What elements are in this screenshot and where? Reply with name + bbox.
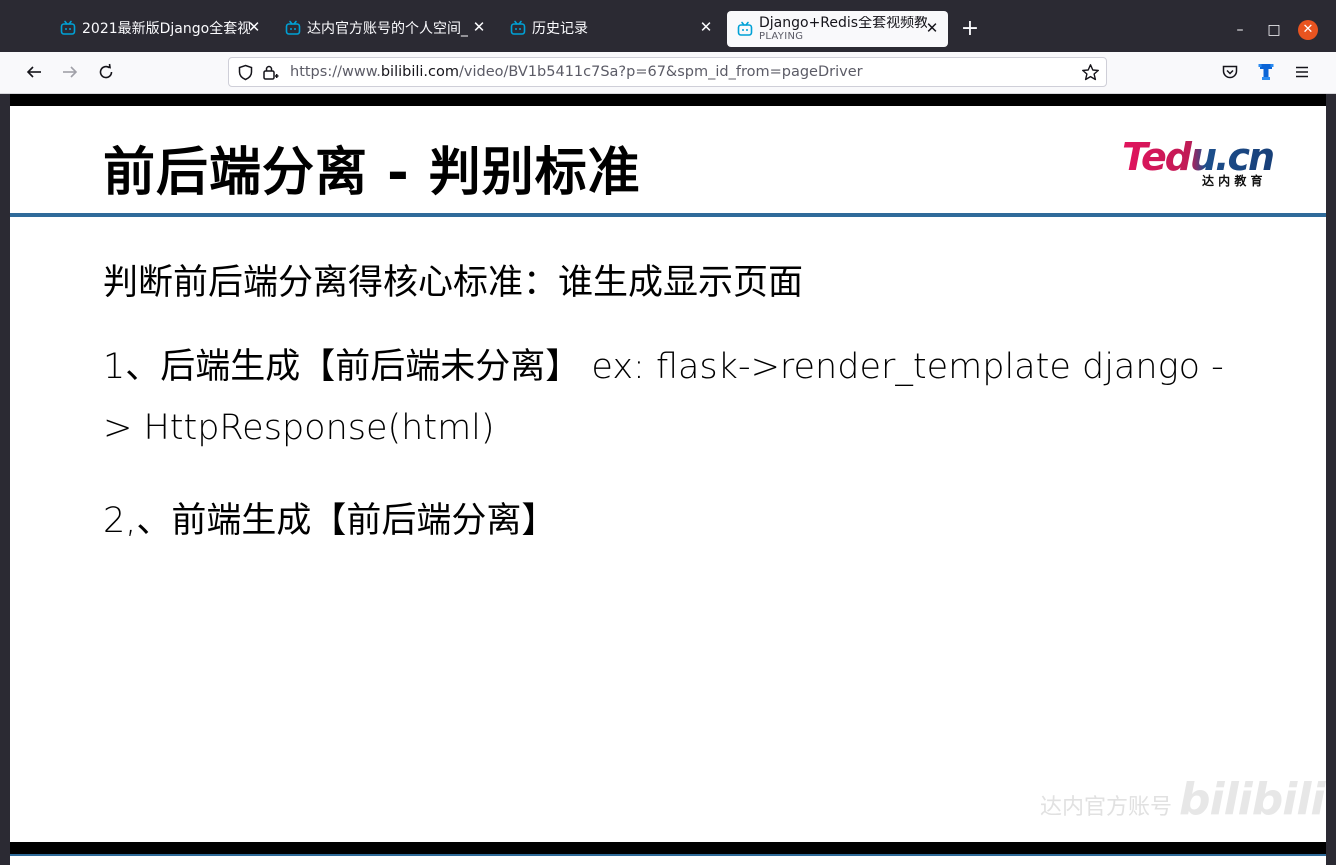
extension-button[interactable]: [1254, 60, 1278, 84]
tedu-logo: Tedu.cn 达 内 教 育: [1122, 134, 1282, 190]
bilibili-tv-icon: [60, 20, 76, 35]
extension-icon: [1258, 64, 1274, 80]
tab-close-icon[interactable]: ✕: [698, 19, 714, 35]
slide-bottom-bar: [10, 842, 1326, 854]
lock-icon[interactable]: [262, 64, 280, 81]
browser-window: 2021最新版Django全套视 ✕ 达内官方账号的个人空间_ ✕ 历史记录 ✕: [0, 0, 1336, 865]
tab-django-course[interactable]: 2021最新版Django全套视 ✕: [50, 9, 270, 47]
menu-button[interactable]: [1290, 60, 1314, 84]
slide-line: 2,、前端生成【前后端分离】: [103, 501, 557, 541]
logo-tagline: 达 内 教 育: [1202, 173, 1263, 188]
arrow-left-icon: [26, 66, 41, 78]
slide-line: 判断前后端分离得核心标准：谁生成显示页面: [103, 263, 804, 303]
reload-icon: [99, 63, 113, 79]
minimize-button[interactable]: –: [1230, 20, 1250, 40]
tab-close-icon[interactable]: ✕: [471, 19, 487, 35]
nav-toolbar: https://www.bilibili.com/video/BV1b5411c…: [0, 52, 1336, 94]
tedu-logo-graphic: Tedu.cn 达 内 教 育: [1122, 135, 1275, 188]
pocket-icon: [1222, 65, 1238, 79]
tab-django-redis-playing[interactable]: Django+Redis全套视频教 PLAYING ✕: [727, 11, 948, 47]
tab-strip: 2021最新版Django全套视 ✕ 达内官方账号的个人空间_ ✕ 历史记录 ✕: [0, 0, 1336, 52]
watermark-text: 达内官方账号: [1040, 795, 1173, 820]
bilibili-watermark: 达内官方账号 bilibili: [1040, 774, 1326, 825]
bilibili-tv-icon: [510, 20, 526, 35]
url-host: bilibili.com: [380, 64, 460, 80]
tab-close-icon[interactable]: ✕: [924, 20, 940, 36]
tab-history[interactable]: 历史记录 ✕: [500, 9, 722, 47]
forward-button[interactable]: [58, 60, 82, 84]
pocket-button[interactable]: [1218, 60, 1242, 84]
arrow-right-icon: [63, 66, 78, 78]
tab-close-icon[interactable]: ✕: [246, 19, 262, 35]
tab-playing-label: PLAYING: [759, 31, 804, 43]
reload-button[interactable]: [94, 60, 118, 84]
slide-title: 前后端分离 - 判别标准: [103, 143, 641, 203]
slide-line: > HttpResponse(html): [103, 408, 495, 448]
url-text[interactable]: https://www.bilibili.com/video/BV1b5411c…: [290, 64, 863, 80]
maximize-button[interactable]: □: [1264, 20, 1284, 40]
star-icon[interactable]: [1081, 63, 1100, 82]
new-tab-button[interactable]: +: [958, 18, 982, 42]
watermark-brand: bilibili: [1179, 774, 1325, 825]
tab-title: Django+Redis全套视频教: [759, 15, 927, 31]
url-path: /video/BV1b5411c7Sa?p=67&spm_id_from=pag…: [459, 64, 863, 80]
slide-top-bar: [10, 94, 1326, 106]
logo-brand: Tedu.cn: [1122, 135, 1273, 179]
tab-title: 2021最新版Django全套视: [82, 21, 250, 37]
slide-line: 1、后端生成【前后端未分离】 ex: flask->render_templat…: [103, 347, 1224, 387]
hamburger-menu-icon: [1296, 66, 1308, 78]
tab-title: 历史记录: [532, 21, 588, 37]
tab-title: 达内官方账号的个人空间_: [307, 21, 468, 37]
close-window-button[interactable]: ✕: [1298, 20, 1318, 40]
url-bar[interactable]: https://www.bilibili.com/video/BV1b5411c…: [228, 57, 1107, 87]
tab-tedu-space[interactable]: 达内官方账号的个人空间_ ✕: [275, 9, 495, 47]
video-player[interactable]: 前后端分离 - 判别标准 Tedu.cn 达 内 教 育 判断前后端分离得核心标…: [10, 94, 1326, 865]
tracking-shield-icon[interactable]: [237, 64, 254, 81]
back-button[interactable]: [22, 60, 46, 84]
title-divider: [10, 213, 1326, 217]
video-progress-strip[interactable]: [10, 854, 1326, 856]
tab-text: Django+Redis全套视频教 PLAYING: [759, 16, 927, 42]
url-prefix: https://www.: [290, 64, 381, 80]
bilibili-tv-icon: [285, 20, 301, 35]
bilibili-tv-icon: [737, 21, 753, 36]
